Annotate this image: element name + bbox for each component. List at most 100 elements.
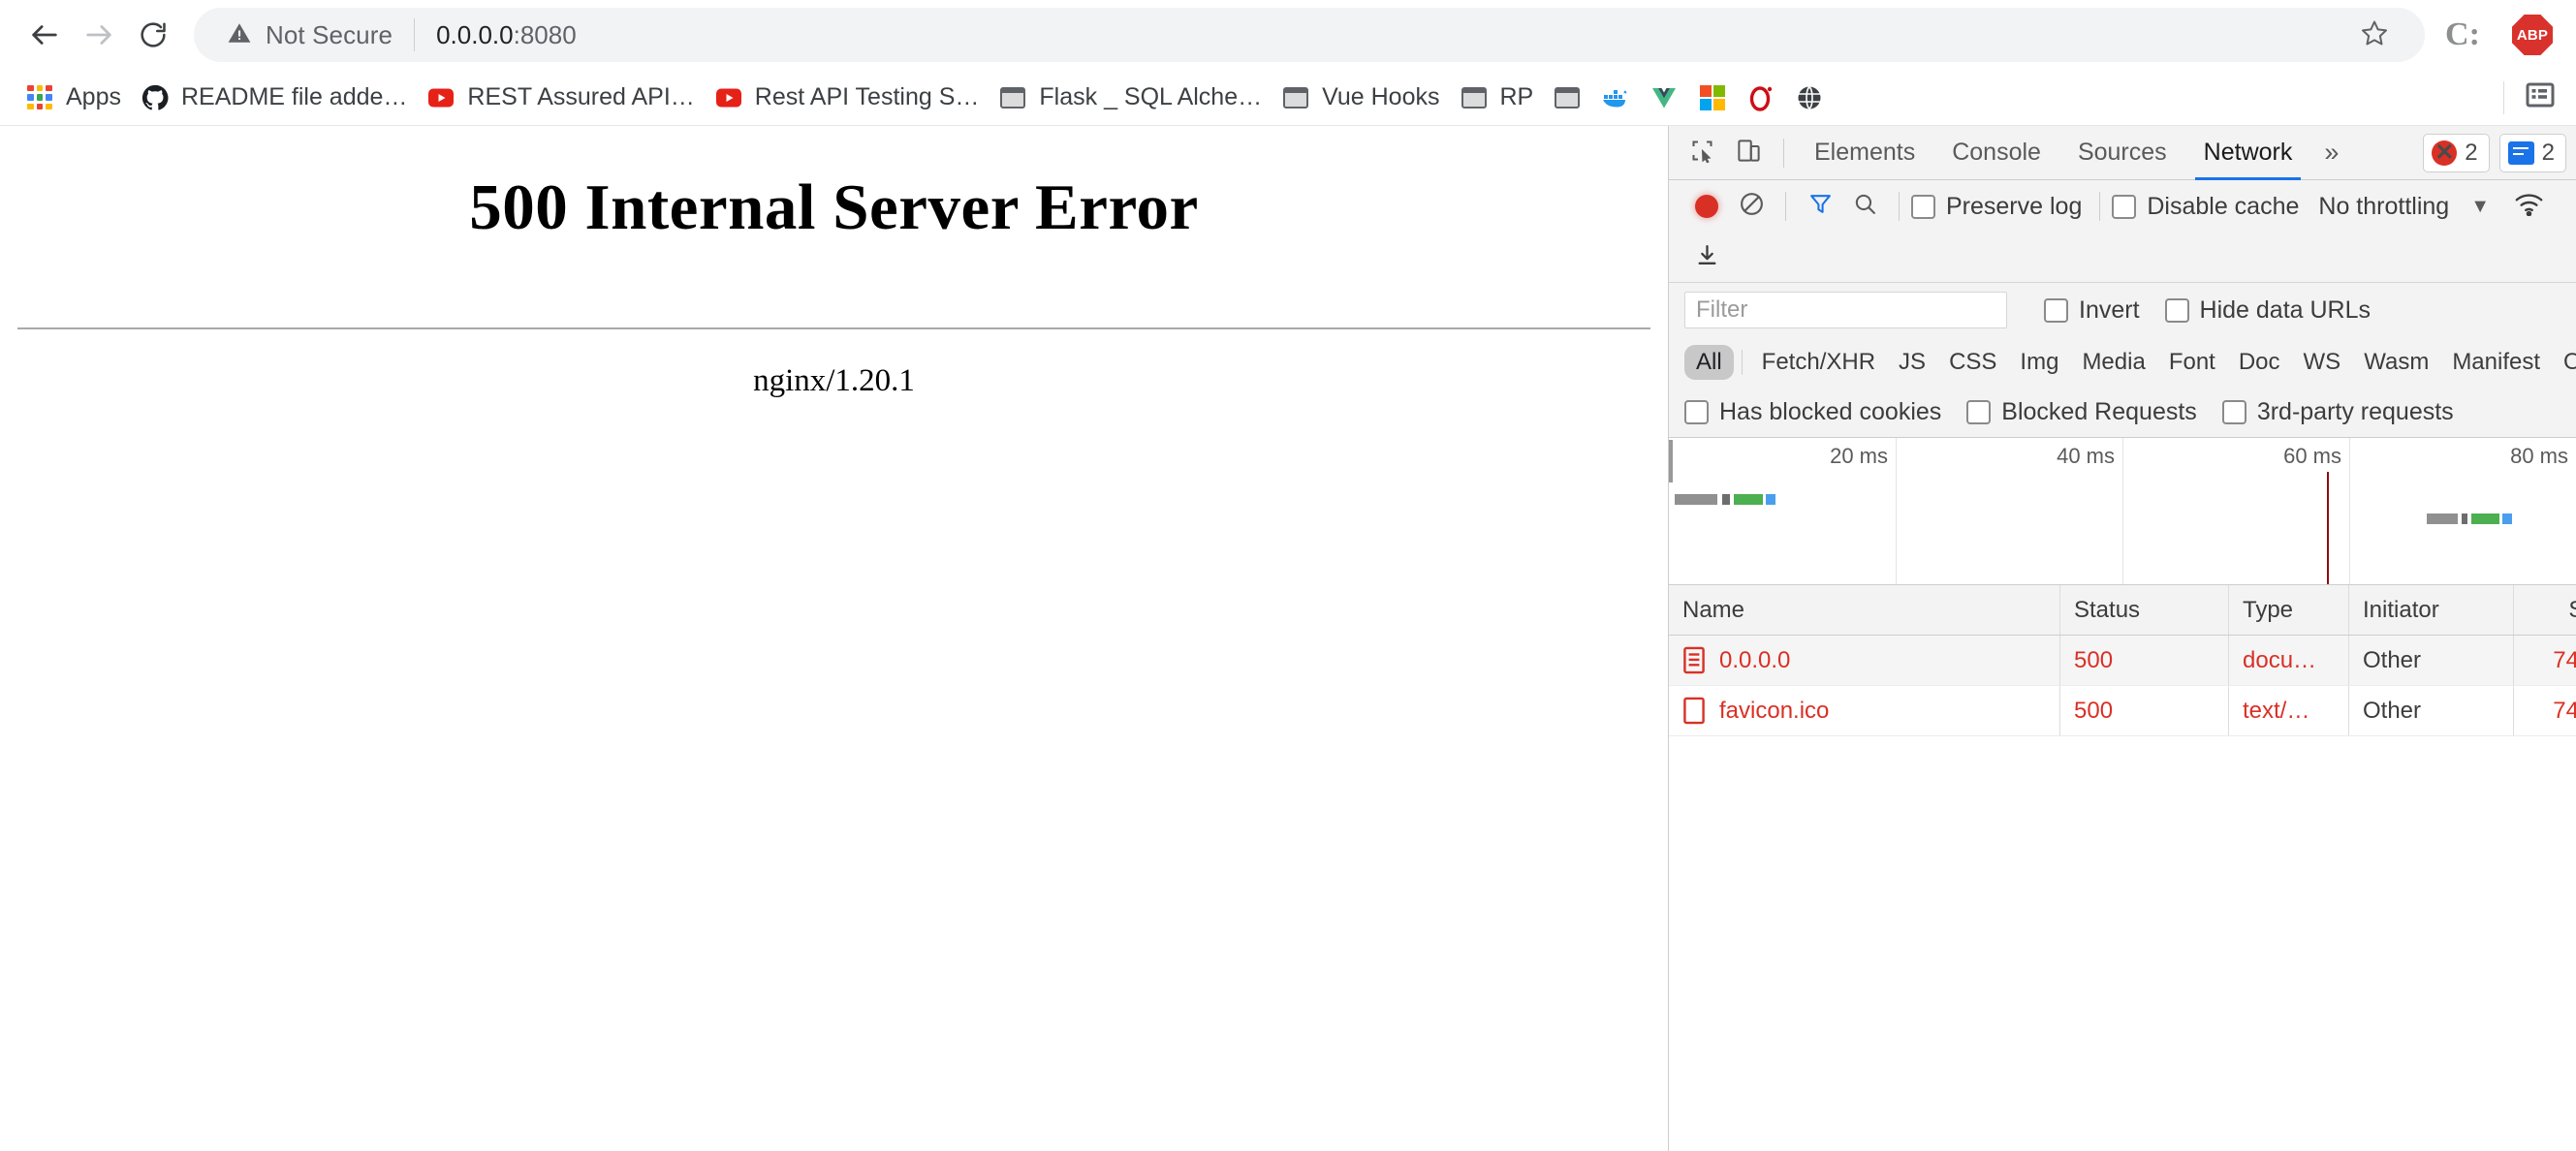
table-empty-area (1669, 736, 2576, 1151)
bookmark-vue[interactable] (1640, 78, 1688, 118)
more-tabs-button[interactable]: » (2310, 138, 2352, 168)
tab-network[interactable]: Network (2185, 126, 2311, 180)
tab-elements[interactable]: Elements (1796, 126, 1933, 180)
network-toolbar-secondary (1669, 233, 2576, 283)
bookmark-rest-api-testing[interactable]: Rest API Testing S… (705, 78, 990, 118)
chip-media[interactable]: Media (2070, 345, 2156, 380)
chip-doc[interactable]: Doc (2227, 345, 2292, 380)
timeline-bar-request-1 (1674, 494, 1776, 505)
bookmark-readme[interactable]: README file adde… (131, 78, 417, 118)
column-header-size[interactable]: Size (2514, 585, 2576, 635)
back-button[interactable] (17, 8, 72, 62)
has-blocked-cookies-checkbox[interactable]: Has blocked cookies (1684, 398, 1941, 426)
timeline-gridline (2122, 438, 2123, 584)
export-har-button[interactable] (1684, 235, 1729, 280)
device-toolbar-button[interactable] (1725, 130, 1772, 176)
column-header-status[interactable]: Status (2060, 585, 2229, 635)
tab-sources[interactable]: Sources (2059, 126, 2185, 180)
chip-img[interactable]: Img (2008, 345, 2070, 380)
bookmark-star-icon (2360, 18, 2389, 52)
error-count-badge[interactable]: ✕ 2 (2423, 133, 2490, 172)
timeline-tick-80ms: 80 ms (2510, 444, 2568, 468)
table-row[interactable]: favicon.ico 500 text/… Other 741 B 3… (1669, 686, 2576, 736)
table-row[interactable]: 0.0.0.0 500 docu… Other 741 B 4… (1669, 636, 2576, 686)
filter-input[interactable]: Filter (1684, 292, 2007, 328)
bookmark-button[interactable] (2353, 14, 2396, 56)
hide-data-urls-checkbox[interactable]: Hide data URLs (2164, 296, 2371, 325)
bookmark-globe[interactable] (1785, 78, 1834, 118)
docker-icon (1601, 83, 1630, 112)
network-conditions-button[interactable] (2507, 184, 2552, 229)
forward-button[interactable] (72, 8, 126, 62)
request-initiator[interactable]: Other (2349, 686, 2514, 735)
github-icon (141, 83, 170, 112)
security-indicator[interactable]: Not Secure (227, 20, 393, 50)
page-divider (17, 327, 1650, 329)
network-overview-timeline[interactable]: 20 ms 40 ms 60 ms 80 ms (1669, 438, 2576, 585)
bookmark-opera[interactable] (1737, 78, 1785, 118)
bookmark-vue-hooks[interactable]: Vue Hooks (1272, 78, 1449, 118)
column-header-name[interactable]: Name (1669, 585, 2060, 635)
chip-all[interactable]: All (1684, 345, 1734, 380)
viewport: 500 Internal Server Error nginx/1.20.1 E… (0, 126, 2576, 1151)
bookmark-rest-assured[interactable]: REST Assured API… (417, 78, 704, 118)
blocked-requests-checkbox[interactable]: Blocked Requests (1966, 398, 2197, 426)
throttling-select[interactable]: No throttling (2318, 193, 2449, 221)
column-header-initiator[interactable]: Initiator (2349, 585, 2514, 635)
inspect-element-button[interactable] (1679, 130, 1725, 176)
generic-file-icon (1682, 697, 1706, 725)
address-bar[interactable]: Not Secure 0.0.0.0:8080 (194, 8, 2425, 62)
request-name-cell[interactable]: 0.0.0.0 (1669, 636, 2060, 685)
has-blocked-cookies-label: Has blocked cookies (1719, 398, 1942, 425)
folder-icon (1281, 83, 1310, 112)
bookmark-apps[interactable]: Apps (16, 78, 131, 118)
filter-button[interactable] (1798, 184, 1842, 229)
message-count-badge[interactable]: 2 (2498, 133, 2566, 172)
chip-manifest[interactable]: Manifest (2440, 345, 2552, 380)
record-button[interactable] (1684, 184, 1729, 229)
request-initiator[interactable]: Other (2349, 636, 2514, 685)
chip-css[interactable]: CSS (1937, 345, 2008, 380)
tab-console[interactable]: Console (1933, 126, 2059, 180)
disable-cache-checkbox[interactable]: Disable cache (2112, 193, 2299, 221)
chip-js[interactable]: JS (1887, 345, 1937, 380)
request-size: 741 B (2514, 636, 2576, 685)
bookmark-label: README file adde… (180, 83, 408, 110)
bookmark-rp[interactable]: RP (1450, 78, 1544, 118)
bookmark-docker[interactable] (1591, 78, 1640, 118)
timeline-tick-40ms: 40 ms (2057, 444, 2115, 468)
checkbox-box (2112, 194, 2137, 219)
reading-list-button[interactable] (2518, 76, 2562, 120)
chip-wasm[interactable]: Wasm (2352, 345, 2440, 380)
chip-other[interactable]: Other (2552, 345, 2576, 380)
preserve-log-checkbox[interactable]: Preserve log (1911, 193, 2082, 221)
chip-font[interactable]: Font (2157, 345, 2227, 380)
clear-button[interactable] (1729, 184, 1774, 229)
checkbox-box (2164, 297, 2189, 323)
network-conditions-icon (2515, 192, 2543, 221)
bookmark-label: RP (1499, 83, 1534, 110)
reload-button[interactable] (126, 8, 180, 62)
bookmark-folder-unnamed[interactable] (1543, 78, 1591, 118)
chevron-down-icon[interactable]: ▼ (2470, 196, 2490, 218)
document-file-icon (1682, 646, 1706, 674)
bookmark-label: Vue Hooks (1322, 83, 1440, 110)
chip-ws[interactable]: WS (2292, 345, 2353, 380)
url-text[interactable]: 0.0.0.0:8080 (436, 20, 2353, 50)
search-button[interactable] (1842, 184, 1887, 229)
bookmark-microsoft[interactable] (1688, 78, 1737, 118)
message-bubble-icon (2507, 140, 2534, 165)
bookmark-flask-sqlalchemy[interactable]: Flask _ SQL Alche… (989, 78, 1272, 118)
timing-segment-request-sent (1721, 494, 1731, 505)
third-party-requests-checkbox[interactable]: 3rd-party requests (2221, 398, 2454, 426)
folder-icon (1553, 83, 1582, 112)
chip-fetch-xhr[interactable]: Fetch/XHR (1750, 345, 1887, 380)
c-extension-label: C: (2445, 16, 2480, 52)
c-extension-icon[interactable]: C: (2440, 13, 2485, 57)
checkbox-box (2044, 297, 2068, 323)
adblock-plus-icon[interactable]: ABP (2510, 13, 2555, 57)
column-header-type[interactable]: Type (2229, 585, 2349, 635)
request-name-cell[interactable]: favicon.ico (1669, 686, 2060, 735)
blocked-requests-label: Blocked Requests (2001, 398, 2197, 425)
invert-checkbox[interactable]: Invert (2044, 296, 2140, 325)
